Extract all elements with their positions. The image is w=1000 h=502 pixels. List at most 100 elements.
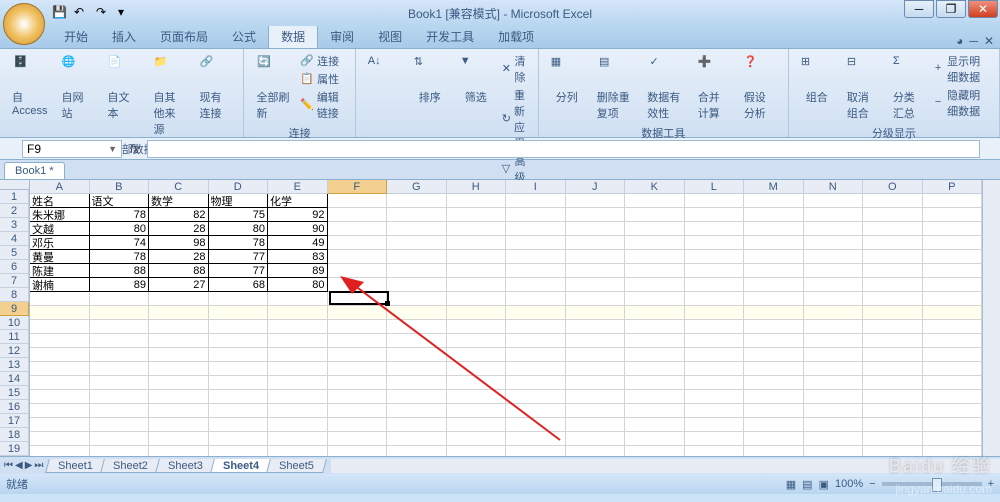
cell[interactable] [625,306,685,320]
cell[interactable] [30,390,90,404]
zoom-out-icon[interactable]: − [869,478,875,490]
cell[interactable] [744,194,804,208]
cell[interactable] [804,250,864,264]
cell[interactable] [863,348,923,362]
cell[interactable]: 88 [149,264,209,278]
from-other-button[interactable]: 📁自其他来源 [149,53,189,139]
cell[interactable] [328,306,388,320]
cell[interactable] [863,236,923,250]
cell[interactable] [447,208,507,222]
cell[interactable] [506,278,566,292]
cell[interactable] [328,250,388,264]
cell[interactable] [506,418,566,432]
minimize-button[interactable]: ─ [904,0,934,18]
cell[interactable] [447,404,507,418]
from-web-button[interactable]: 🌐自网站 [57,53,97,123]
cell[interactable] [387,446,447,456]
sheet-tab-1[interactable]: Sheet1 [46,459,107,473]
cell[interactable] [328,390,388,404]
cell[interactable] [685,250,745,264]
column-header[interactable]: K [625,180,685,194]
cell[interactable]: 90 [268,222,328,236]
cell[interactable]: 陈建 [30,264,90,278]
cell[interactable] [625,264,685,278]
cell[interactable] [625,320,685,334]
whatif-button[interactable]: ❓假设分析 [740,53,780,123]
cell[interactable] [625,446,685,456]
cell[interactable] [923,390,983,404]
row-header[interactable]: 15 [0,386,29,400]
cell[interactable] [387,390,447,404]
cell[interactable] [863,376,923,390]
cell[interactable] [923,264,983,278]
nav-first-icon[interactable]: ⏮ [4,460,13,471]
cell[interactable] [209,404,269,418]
cell[interactable] [447,348,507,362]
tab-home[interactable]: 开始 [52,25,100,48]
cell[interactable] [387,250,447,264]
cell[interactable] [209,418,269,432]
cell[interactable] [149,432,209,446]
save-icon[interactable]: 💾 [52,5,68,21]
cell[interactable]: 75 [209,208,269,222]
cell[interactable] [149,348,209,362]
cell[interactable] [506,264,566,278]
cell[interactable] [387,194,447,208]
cell[interactable] [804,404,864,418]
cell[interactable] [804,222,864,236]
cell[interactable] [506,376,566,390]
cell[interactable] [863,362,923,376]
column-header[interactable]: C [149,180,209,194]
cell[interactable] [447,432,507,446]
sheet-tab-2[interactable]: Sheet2 [100,459,161,473]
cell[interactable]: 68 [209,278,269,292]
cell[interactable] [744,432,804,446]
cell[interactable]: 49 [268,236,328,250]
cell[interactable] [328,264,388,278]
cell[interactable]: 28 [149,222,209,236]
cell[interactable]: 化学 [268,194,328,208]
cell[interactable] [90,390,150,404]
cell[interactable]: 98 [149,236,209,250]
cell[interactable] [268,362,328,376]
cell[interactable] [328,376,388,390]
cell[interactable] [506,432,566,446]
cell[interactable] [566,222,626,236]
row-header[interactable]: 14 [0,372,29,386]
cell[interactable] [923,376,983,390]
cell[interactable]: 80 [90,222,150,236]
properties-button[interactable]: 📋属性 [300,71,347,87]
cell[interactable] [804,348,864,362]
cell[interactable] [923,208,983,222]
cell[interactable] [149,320,209,334]
cell[interactable] [149,446,209,456]
cell[interactable] [804,432,864,446]
cell[interactable] [923,404,983,418]
cell[interactable] [268,348,328,362]
cell[interactable] [685,376,745,390]
cell[interactable] [923,348,983,362]
cell[interactable] [566,432,626,446]
column-header[interactable]: L [685,180,745,194]
cell[interactable] [625,278,685,292]
cell[interactable] [625,334,685,348]
cell[interactable] [447,236,507,250]
cell[interactable] [685,348,745,362]
cell[interactable] [387,278,447,292]
cell[interactable] [447,292,507,306]
cell[interactable] [209,446,269,456]
row-header[interactable]: 8 [0,288,29,302]
cell[interactable] [744,236,804,250]
cell[interactable] [90,446,150,456]
cell[interactable] [863,250,923,264]
cell[interactable] [328,334,388,348]
cell[interactable] [149,306,209,320]
cell[interactable] [625,418,685,432]
cell[interactable] [923,292,983,306]
cell[interactable] [328,348,388,362]
cell[interactable]: 邓乐 [30,236,90,250]
sheet-tab-4[interactable]: Sheet4 [210,459,272,473]
ribbon-minimize-icon[interactable]: ─ [969,34,978,48]
cell[interactable]: 89 [90,278,150,292]
cell[interactable] [90,418,150,432]
